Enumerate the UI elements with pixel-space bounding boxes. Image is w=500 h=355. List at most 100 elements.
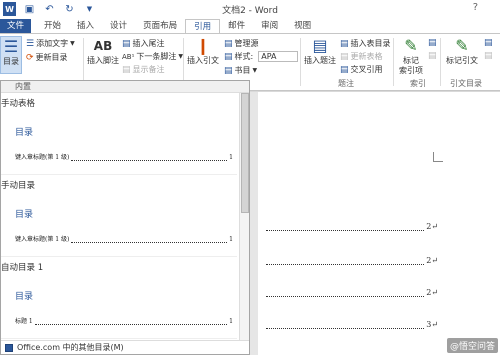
scrollbar-thumb[interactable] <box>241 93 249 213</box>
style-dropdown[interactable]: APA <box>258 51 299 62</box>
cross-reference-label: 交叉引用 <box>350 65 383 74</box>
mark-entry-label: 标记 <box>403 56 419 65</box>
insert-citation-button[interactable]: ❙ 插入引文 <box>187 36 219 66</box>
update-toc-label: 更新目录 <box>35 53 68 62</box>
style-value: APA <box>261 52 277 61</box>
gallery-scrollbar[interactable] <box>239 93 249 343</box>
update-index-icon: ▤ <box>428 51 437 61</box>
gallery-item-manual-table[interactable]: 手动表格 目录 键入章标题(第 1 级) 1 <box>1 93 237 175</box>
add-text-icon: ☰ <box>26 38 35 49</box>
style-label: 样式: <box>234 52 254 61</box>
insert-endnote-button[interactable]: ▤ 插入尾注 <box>122 38 165 49</box>
toc-heading: 目录 <box>15 292 34 302</box>
insert-table-of-figures-button[interactable]: ▤ 插入表目录 <box>340 38 391 49</box>
chevron-down-icon: ▼ <box>70 40 75 47</box>
add-text-button[interactable]: ☰ 添加文字 ▼ <box>26 38 75 49</box>
citation-table-group-label: 引文目录 <box>450 79 482 88</box>
mark-entry-icon: ✎ <box>404 36 418 55</box>
gallery-item-title: 手动表格 <box>1 99 36 109</box>
insert-citation-label: 插入引文 <box>187 56 219 65</box>
caption-icon: ▤ <box>312 36 328 55</box>
help-icon[interactable]: ? <box>473 2 478 13</box>
mark-citation-button[interactable]: ✎ 标记引文 <box>444 36 480 66</box>
mark-entry-button[interactable]: ✎ 标记 索引项 <box>396 36 426 76</box>
tab-references[interactable]: 引用 <box>185 19 221 34</box>
insert-index-button[interactable]: ▤ <box>428 38 437 48</box>
toc-entry: 键入章标题(第 1 级) 1 <box>1 152 237 161</box>
tab-home[interactable]: 开始 <box>36 19 69 34</box>
toc-entry-text: 键入章标题(第 1 级) <box>15 154 70 161</box>
toc-entry-text: 键入章标题(第 1 级) <box>15 236 70 243</box>
bibliography-icon: ▤ <box>224 65 233 76</box>
page-number: 3↵ <box>426 320 438 329</box>
ribbon-tabs: 文件 开始 插入 设计 页面布局 引用 邮件 审阅 视图 <box>0 18 500 34</box>
page-number: 2↵ <box>426 288 438 297</box>
insert-caption-button[interactable]: ▤ 插入题注 <box>304 36 336 66</box>
manage-sources-button[interactable]: ▤ 管理源 <box>224 38 259 49</box>
index-group-label: 索引 <box>410 79 426 88</box>
style-icon: ▤ <box>224 51 233 62</box>
footnote-icon: AB <box>93 39 113 53</box>
chevron-down-icon: ▼ <box>252 67 258 74</box>
update-index-button[interactable]: ▤ <box>428 51 437 61</box>
tab-view[interactable]: 视图 <box>286 19 319 34</box>
group-divider <box>300 38 301 86</box>
mark-entry-label-2: 索引项 <box>399 66 423 75</box>
cross-reference-button[interactable]: ▤ 交叉引用 <box>340 64 383 75</box>
tab-file[interactable]: 文件 <box>0 19 32 34</box>
tab-design[interactable]: 设计 <box>102 19 135 34</box>
group-divider <box>83 38 84 86</box>
office-icon <box>5 344 13 352</box>
toc-label: 目录 <box>3 57 19 66</box>
update-toc-button[interactable]: ⟳ 更新目录 <box>26 52 68 63</box>
toc-entry-page: 1 <box>229 236 233 243</box>
gallery-item-automatic-toc-1[interactable]: 自动目录 1 目录 标题 1 1 <box>1 257 237 339</box>
tab-review[interactable]: 审阅 <box>253 19 286 34</box>
watermark: @悟空问答 <box>446 338 498 353</box>
toc-heading: 目录 <box>15 210 34 220</box>
page-number: 2↵ <box>426 256 438 265</box>
toc-line: 3↵ <box>266 320 438 329</box>
gallery-item-manual-toc[interactable]: 手动目录 目录 键入章标题(第 1 级) 1 <box>1 175 237 257</box>
show-notes-label: 显示备注 <box>132 65 165 74</box>
more-toc-from-office-link[interactable]: Office.com 中的其他目录(M) <box>1 340 249 354</box>
toc-entry-text: 标题 1 <box>15 318 33 325</box>
update-authorities-icon: ▤ <box>484 51 493 61</box>
toc-line: 2↵ <box>266 256 438 265</box>
cross-reference-icon: ▤ <box>340 64 349 75</box>
toc-icon: ☰ <box>3 37 19 56</box>
update-table-button[interactable]: ▤ 更新表格 <box>340 51 383 62</box>
group-divider <box>440 38 441 86</box>
update-icon: ⟳ <box>26 52 34 63</box>
bibliography-button[interactable]: ▤ 书目 ▼ <box>224 65 257 76</box>
manage-sources-icon: ▤ <box>224 38 233 49</box>
toc-entry-page: 1 <box>229 318 233 325</box>
insert-footnote-button[interactable]: AB 插入脚注 <box>86 36 120 66</box>
add-text-label: 添加文字 <box>36 39 69 48</box>
insert-endnote-label: 插入尾注 <box>132 39 165 48</box>
toc-gallery: 内置 手动表格 目录 键入章标题(第 1 级) 1 手动目录 目录 键入章标题(第… <box>0 80 250 355</box>
page-number: 2↵ <box>426 222 438 231</box>
tab-page-layout[interactable]: 页面布局 <box>135 19 185 34</box>
show-notes-button[interactable]: ▤ 显示备注 <box>122 64 165 75</box>
gallery-item-title: 自动目录 1 <box>1 263 44 273</box>
toc-button[interactable]: ☰ 目录 <box>0 36 22 74</box>
insert-table-of-authorities-button[interactable]: ▤ <box>484 38 493 48</box>
next-footnote-button[interactable]: AB¹ 下一条脚注 ▼ <box>122 51 183 62</box>
captions-group-label: 题注 <box>338 79 354 88</box>
insert-caption-label: 插入题注 <box>304 56 336 65</box>
window-title: 文档2 - Word <box>222 6 278 16</box>
tab-insert[interactable]: 插入 <box>69 19 102 34</box>
update-table-of-authorities-button[interactable]: ▤ <box>484 51 493 61</box>
toc-entry-page: 1 <box>229 154 233 161</box>
document-page[interactable]: 2↵ 2↵ 2↵ 3↵ <box>258 92 500 355</box>
toc-heading: 目录 <box>15 128 34 138</box>
update-table-icon: ▤ <box>340 51 349 62</box>
style-select[interactable]: ▤ 样式: APA <box>224 51 299 62</box>
insert-index-icon: ▤ <box>428 38 437 48</box>
mark-citation-icon: ✎ <box>455 36 469 55</box>
title-bar: W ▣ ↶ ↻ ▼ 文档2 - Word ? <box>0 0 500 18</box>
toc-line: 2↵ <box>266 288 438 297</box>
tab-mailings[interactable]: 邮件 <box>220 19 253 34</box>
margin-marker <box>433 152 443 162</box>
